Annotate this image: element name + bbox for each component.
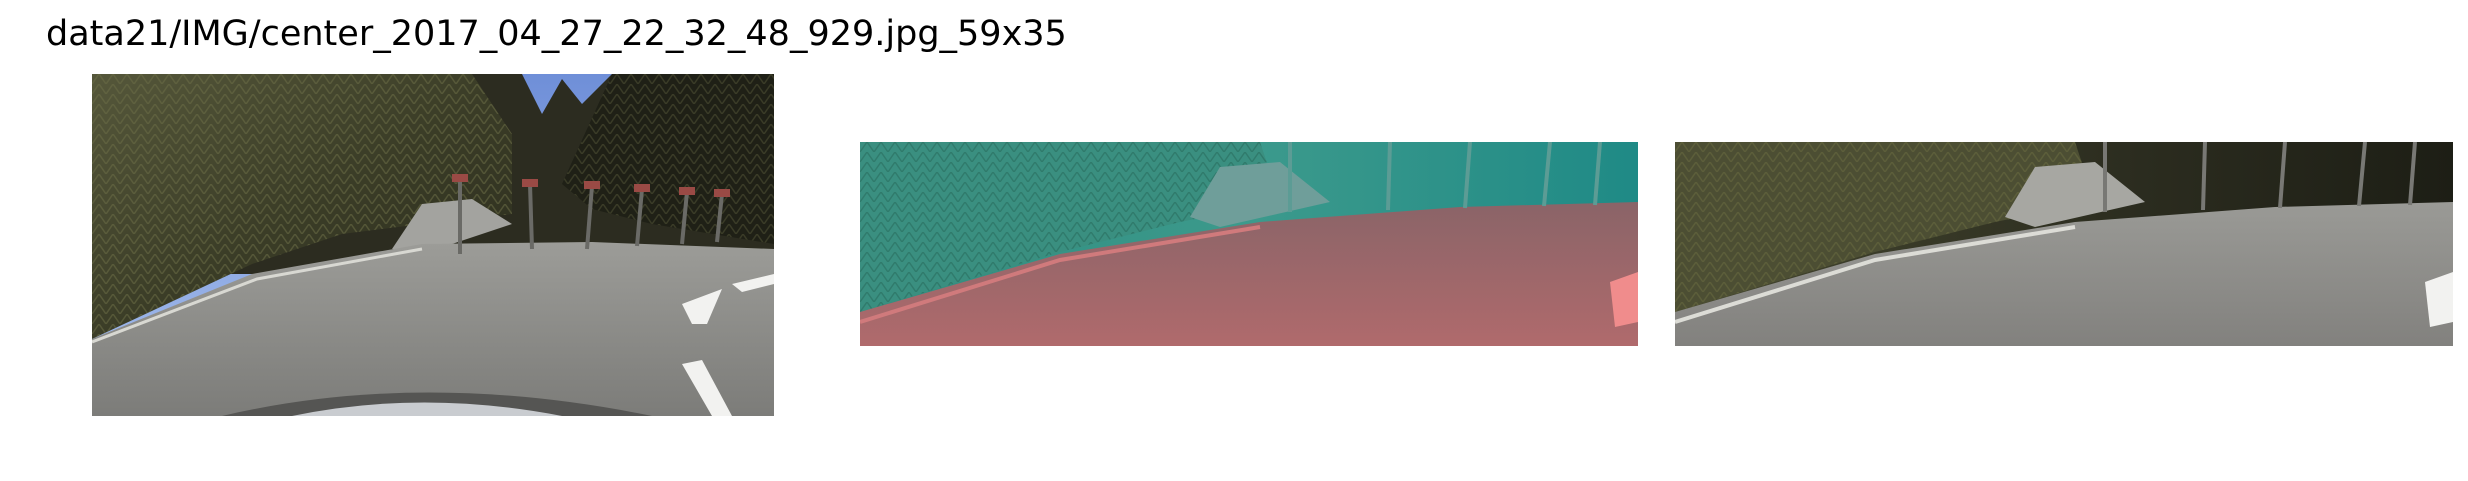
figure-title: data21/IMG/center_2017_04_27_22_32_48_92… (46, 14, 1067, 54)
original-frame-image (92, 74, 774, 416)
cropped-frame-image (1675, 142, 2453, 346)
color-transformed-image (860, 142, 1638, 346)
